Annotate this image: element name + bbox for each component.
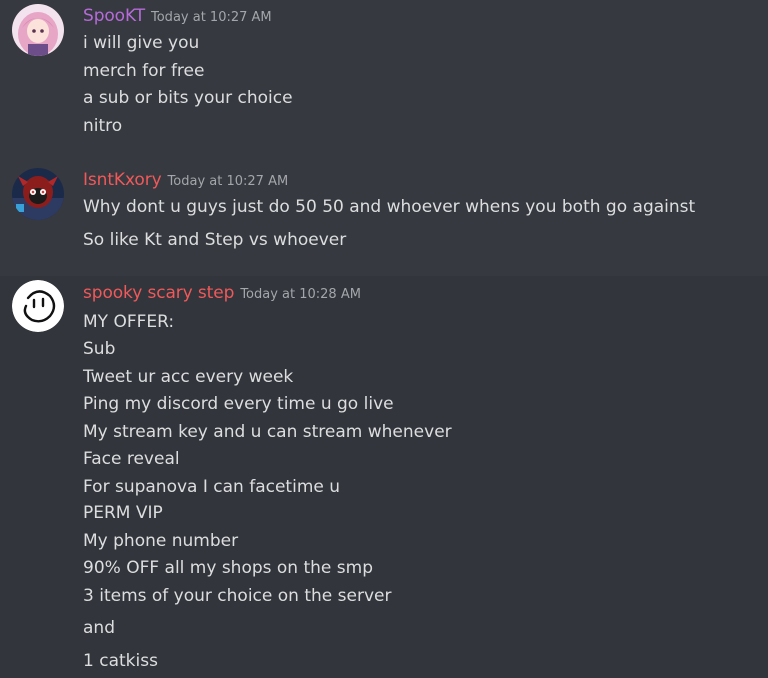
timestamp[interactable]: Today at 10:28 AM	[240, 287, 361, 302]
message-line: and	[83, 618, 115, 638]
message-line: nitro	[83, 116, 123, 136]
message-header: SpooKT Today at 10:27 AM	[83, 6, 272, 26]
chat-message-list: SpooKT Today at 10:27 AM i will give you …	[0, 0, 768, 678]
username[interactable]: IsntKxory	[83, 170, 162, 190]
message-line: PERM VIP	[83, 503, 163, 523]
message-line: Face reveal	[83, 449, 180, 469]
message-line: Tweet ur acc every week	[83, 367, 294, 387]
avatar-spooky-scary-step[interactable]	[12, 280, 64, 332]
message-line: 90% OFF all my shops on the smp	[83, 558, 373, 578]
message-line: a sub or bits your choice	[83, 88, 293, 108]
avatar-isntkxory[interactable]	[12, 168, 64, 220]
message-group-spooky-scary-step: spooky scary step Today at 10:28 AM MY OF…	[0, 276, 768, 678]
message-header: IsntKxory Today at 10:27 AM	[83, 170, 288, 190]
message-line: My phone number	[83, 531, 239, 551]
message-header: spooky scary step Today at 10:28 AM	[83, 283, 361, 303]
avatar-spookt[interactable]	[12, 4, 64, 56]
message-line: Ping my discord every time u go live	[83, 394, 394, 414]
message-line: So like Kt and Step vs whoever	[83, 230, 347, 250]
username[interactable]: SpooKT	[83, 6, 145, 26]
message-line: 1 catkiss	[83, 651, 158, 671]
message-line: My stream key and u can stream whenever	[83, 422, 452, 442]
timestamp[interactable]: Today at 10:27 AM	[151, 10, 272, 25]
username[interactable]: spooky scary step	[83, 283, 234, 303]
message-line: For supanova I can facetime u	[83, 477, 341, 497]
message-line: Sub	[83, 339, 116, 359]
message-line: merch for free	[83, 61, 205, 81]
message-group-spookt: SpooKT Today at 10:27 AM i will give you …	[0, 0, 768, 150]
message-line: MY OFFER:	[83, 312, 175, 332]
message-line: Why dont u guys just do 50 50 and whoeve…	[83, 197, 696, 217]
message-line: 3 items of your choice on the server	[83, 586, 392, 606]
timestamp[interactable]: Today at 10:27 AM	[168, 174, 289, 189]
message-line: i will give you	[83, 33, 200, 53]
message-group-isntkxory: IsntKxory Today at 10:27 AM Why dont u gu…	[0, 160, 768, 264]
